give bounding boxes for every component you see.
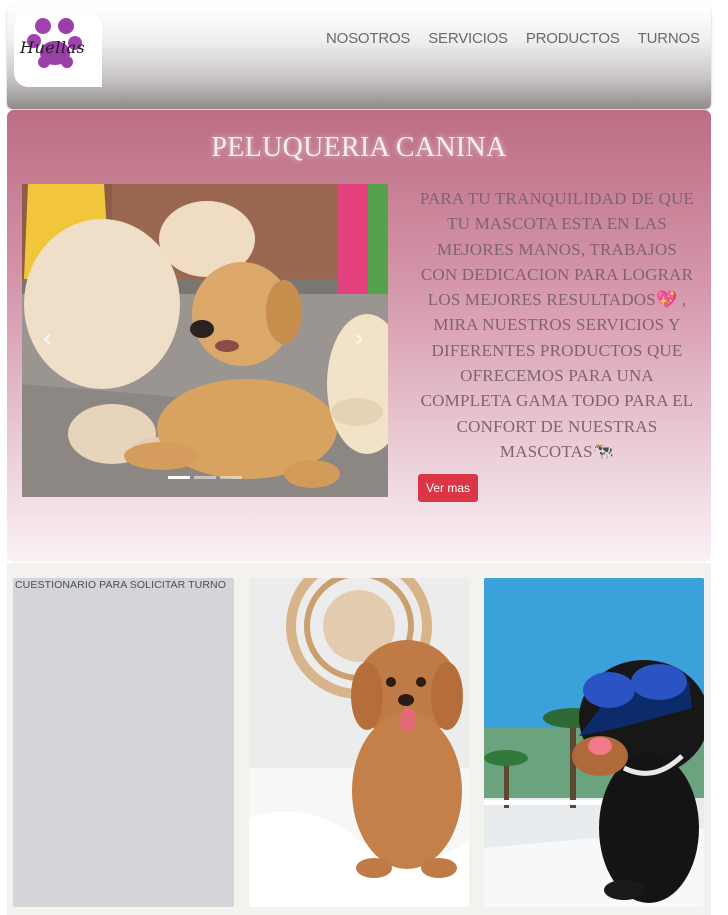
main-nav: NOSOTROS SERVICIOS PRODUCTOS TURNOS [326,30,700,47]
hero-description: PARA TU TRANQUILIDAD DE QUE TU MASCOTA E… [419,189,695,461]
carousel-indicators [168,476,242,479]
sunglasses-dog-photo [484,578,704,907]
logo-text: Huellas [20,38,86,57]
logo-link[interactable]: Huellas [14,13,102,87]
puppies-carousel[interactable]: ‹ › [22,184,388,497]
navbar: Huellas NOSOTROS SERVICIOS PRODUCTOS TUR… [7,6,711,109]
turno-form-title: CUESTIONARIO PARA SOLICITAR TURNO [15,579,226,591]
puppies-photo [22,184,388,497]
nav-nosotros[interactable]: NOSOTROS [326,30,410,47]
carousel-prev-icon[interactable]: ‹ [42,324,52,354]
carousel-indicator[interactable] [168,476,190,479]
cards-section: CUESTIONARIO PARA SOLICITAR TURNO [7,563,711,915]
ver-mas-button[interactable]: Ver mas [418,474,478,502]
nav-servicios[interactable]: SERVICIOS [428,30,508,47]
poodle-photo [249,578,469,907]
hero-section: PELUQUERIA CANINA ‹ › PARA TU TRANQUILID… [7,110,711,562]
hero-title: PELUQUERIA CANINA [211,132,507,163]
turno-form-card[interactable]: CUESTIONARIO PARA SOLICITAR TURNO [13,578,234,907]
poodle-card [249,578,469,907]
carousel-next-icon[interactable]: › [354,324,364,354]
carousel-indicator[interactable] [194,476,216,479]
nav-productos[interactable]: PRODUCTOS [526,30,620,47]
carousel-indicator[interactable] [220,476,242,479]
sunglasses-dog-card [484,578,704,907]
nav-turnos[interactable]: TURNOS [638,30,700,47]
